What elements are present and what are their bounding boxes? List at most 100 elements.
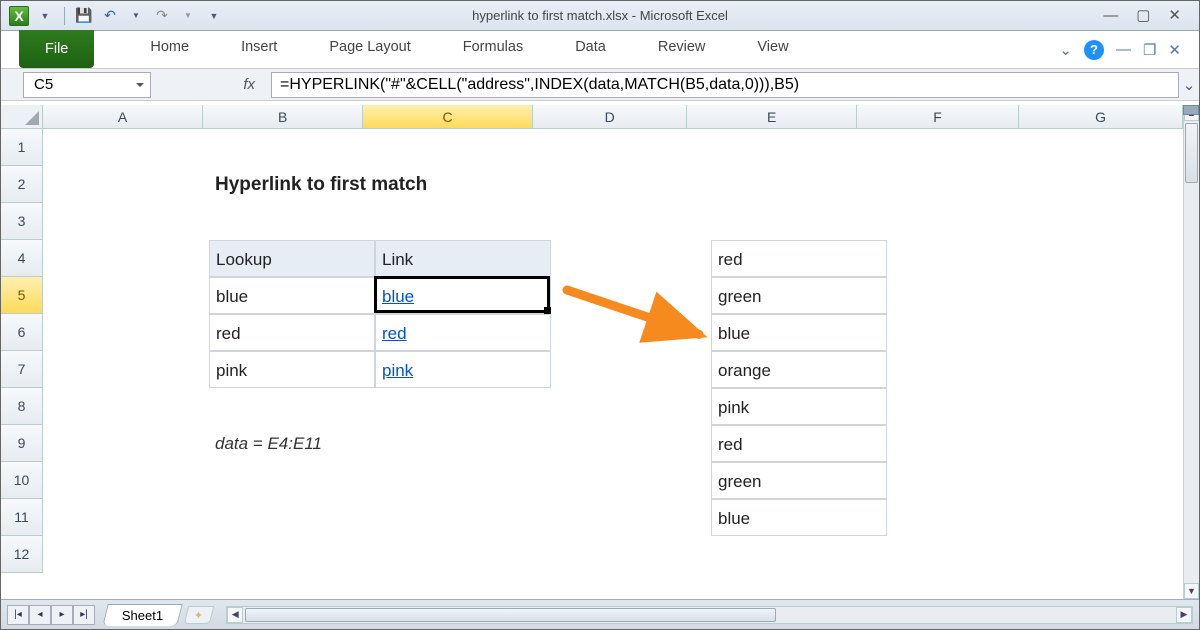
qat-dropdown-icon[interactable]: ▼	[35, 6, 55, 26]
scroll-down-icon[interactable]: ▼	[1184, 583, 1199, 599]
split-handle[interactable]	[1183, 105, 1199, 115]
save-icon[interactable]: 💾	[74, 6, 94, 26]
cell-link-0-link[interactable]: blue	[382, 287, 414, 306]
horizontal-scroll-thumb[interactable]	[245, 608, 776, 622]
cell-data-5[interactable]: red	[711, 425, 887, 462]
tab-view[interactable]: View	[731, 31, 814, 68]
cell-data-2[interactable]: blue	[711, 314, 887, 351]
cell-data-3[interactable]: orange	[711, 351, 887, 388]
tab-formulas[interactable]: Formulas	[437, 31, 549, 68]
scroll-left-icon[interactable]: ◀	[227, 607, 243, 623]
row-header-2[interactable]: 2	[1, 166, 43, 203]
row-header-12[interactable]: 12	[1, 536, 43, 573]
column-header-F[interactable]: F	[857, 105, 1019, 129]
cell-note[interactable]: data = E4:E11	[209, 425, 375, 462]
ribbon-minimize-icon[interactable]: ⌄	[1059, 41, 1072, 59]
ribbon-right-controls: ⌄ ? — ❐ ✕	[1059, 31, 1199, 68]
formula-expand-icon[interactable]: ⌄	[1179, 76, 1199, 94]
vertical-scroll-thumb[interactable]	[1185, 123, 1198, 183]
excel-icon[interactable]: X	[9, 6, 29, 26]
cell-lookup-1[interactable]: red	[209, 314, 375, 351]
column-header-C[interactable]: C	[363, 105, 533, 129]
tab-page-layout[interactable]: Page Layout	[303, 31, 436, 68]
row-header-9[interactable]: 9	[1, 425, 43, 462]
help-icon[interactable]: ?	[1084, 40, 1104, 60]
new-sheet-button[interactable]: ✦	[184, 606, 214, 624]
cell-link-2[interactable]: pink	[375, 351, 551, 388]
excel-icon-glyph: X	[14, 8, 23, 24]
title-bar: X ▼ 💾 ↶ ▼ ↷ ▼ ▼ hyperlink to first match…	[1, 1, 1199, 31]
tab-insert[interactable]: Insert	[215, 31, 303, 68]
qat-customize-icon[interactable]: ▼	[204, 6, 224, 26]
cell-data-1[interactable]: green	[711, 277, 887, 314]
formula-text: =HYPERLINK("#"&CELL("address",INDEX(data…	[280, 76, 799, 94]
ribbon: File Home Insert Page Layout Formulas Da…	[1, 31, 1199, 69]
cell-title[interactable]: Hyperlink to first match	[209, 166, 375, 203]
worksheet-grid: ABCDEFG 123456789101112 Hyperlink to fir…	[1, 105, 1183, 599]
cell-lookup-2[interactable]: pink	[209, 351, 375, 388]
cell-lookup-0[interactable]: blue	[209, 277, 375, 314]
row-header-3[interactable]: 3	[1, 203, 43, 240]
tab-home[interactable]: Home	[124, 31, 215, 68]
cell-data-7[interactable]: blue	[711, 499, 887, 536]
row-header-11[interactable]: 11	[1, 499, 43, 536]
row-header-4[interactable]: 4	[1, 240, 43, 277]
formula-bar: C5 ✕ ✓ fx =HYPERLINK("#"&CELL("address",…	[1, 69, 1199, 101]
formula-input[interactable]: =HYPERLINK("#"&CELL("address",INDEX(data…	[271, 72, 1179, 98]
row-header-10[interactable]: 10	[1, 462, 43, 499]
name-box-value: C5	[34, 76, 53, 93]
sheet-nav-prev-icon[interactable]: ◂	[29, 605, 51, 625]
file-tab-label: File	[45, 41, 68, 57]
cell-data-6[interactable]: green	[711, 462, 887, 499]
horizontal-scrollbar[interactable]: ◀ ▶	[226, 606, 1193, 624]
file-tab[interactable]: File	[19, 30, 94, 68]
undo-dropdown-icon[interactable]: ▼	[126, 6, 146, 26]
column-headers: ABCDEFG	[43, 105, 1183, 129]
quick-access-toolbar: X ▼ 💾 ↶ ▼ ↷ ▼ ▼	[1, 6, 224, 26]
cell-link-header[interactable]: Link	[375, 240, 551, 277]
sheet-nav: |◂ ◂ ▸ ▸|	[7, 605, 95, 625]
row-header-1[interactable]: 1	[1, 129, 43, 166]
cell-data-4[interactable]: pink	[711, 388, 887, 425]
minimize-icon[interactable]: —	[1103, 8, 1118, 23]
cell-data-0[interactable]: red	[711, 240, 887, 277]
window-controls: — ▢ ✕	[1103, 8, 1199, 23]
undo-icon[interactable]: ↶	[100, 6, 120, 26]
workbook-close-icon[interactable]: ✕	[1168, 41, 1181, 59]
name-box[interactable]: C5	[23, 72, 151, 98]
column-header-B[interactable]: B	[203, 105, 363, 129]
cell-lookup-header[interactable]: Lookup	[209, 240, 375, 277]
column-header-D[interactable]: D	[533, 105, 687, 129]
tab-review[interactable]: Review	[632, 31, 732, 68]
cells-area[interactable]: Hyperlink to first matchLookupLinkbluebl…	[43, 129, 1183, 599]
vertical-scrollbar[interactable]: ▲ ▼	[1183, 105, 1199, 599]
cell-link-1-link[interactable]: red	[382, 324, 407, 343]
scroll-right-icon[interactable]: ▶	[1176, 607, 1192, 623]
sheet-tab-label: Sheet1	[122, 608, 163, 623]
column-header-A[interactable]: A	[43, 105, 203, 129]
redo-icon[interactable]: ↷	[152, 6, 172, 26]
row-header-7[interactable]: 7	[1, 351, 43, 388]
close-icon[interactable]: ✕	[1168, 8, 1181, 23]
sheet-nav-first-icon[interactable]: |◂	[7, 605, 29, 625]
sheet-tab-bar: |◂ ◂ ▸ ▸| Sheet1 ✦ ◀ ▶	[1, 599, 1199, 629]
sheet-tab[interactable]: Sheet1	[102, 604, 183, 626]
tab-data[interactable]: Data	[549, 31, 632, 68]
select-all-button[interactable]	[1, 105, 43, 129]
cell-link-0[interactable]: blue	[375, 277, 551, 314]
cell-link-1[interactable]: red	[375, 314, 551, 351]
redo-dropdown-icon[interactable]: ▼	[178, 6, 198, 26]
workbook-minimize-icon[interactable]: —	[1116, 41, 1131, 58]
sheet-nav-next-icon[interactable]: ▸	[51, 605, 73, 625]
cell-link-2-link[interactable]: pink	[382, 361, 413, 380]
row-header-6[interactable]: 6	[1, 314, 43, 351]
formula-controls: ✕ ✓ fx	[151, 76, 271, 94]
workbook-restore-icon[interactable]: ❐	[1143, 41, 1156, 59]
column-header-E[interactable]: E	[687, 105, 857, 129]
sheet-nav-last-icon[interactable]: ▸|	[73, 605, 95, 625]
row-header-8[interactable]: 8	[1, 388, 43, 425]
fx-icon[interactable]: fx	[243, 76, 255, 93]
row-header-5[interactable]: 5	[1, 277, 43, 314]
maximize-icon[interactable]: ▢	[1136, 8, 1150, 23]
column-header-G[interactable]: G	[1019, 105, 1183, 129]
